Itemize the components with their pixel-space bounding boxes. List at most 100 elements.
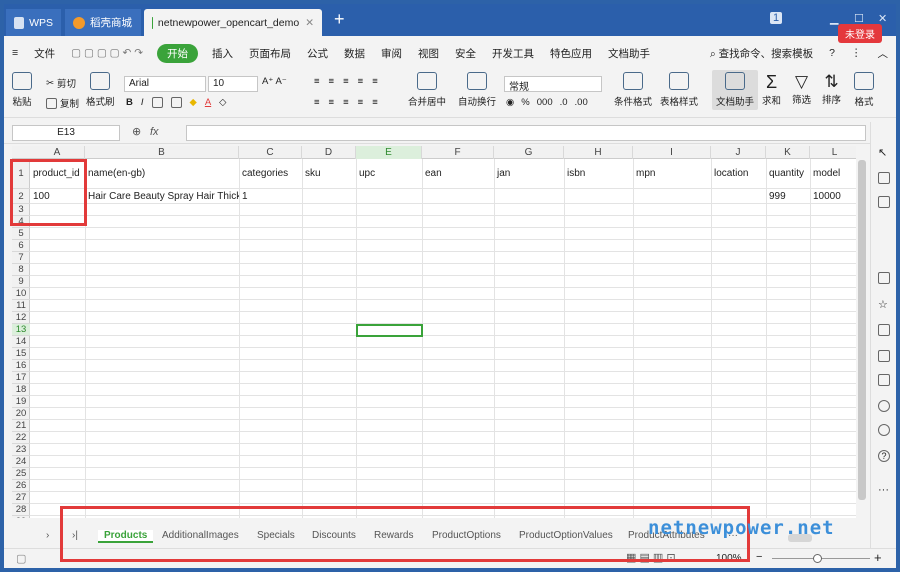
column-header[interactable]: L <box>810 146 856 159</box>
distribute-icon[interactable]: ≡ <box>372 97 378 108</box>
help-circle-icon[interactable]: ? <box>878 450 890 462</box>
row-header[interactable]: 19 <box>12 396 30 408</box>
shapes-icon[interactable] <box>878 172 890 184</box>
menu-view[interactable]: 视图 <box>410 46 447 61</box>
row-header[interactable]: 8 <box>12 264 30 276</box>
wrap-text-button[interactable]: 自动换行 <box>458 72 496 108</box>
pointer-icon[interactable]: ↖ <box>878 146 890 159</box>
clear-icon[interactable]: ◇ <box>219 97 226 108</box>
column-header[interactable]: H <box>564 146 633 159</box>
menu-page-layout[interactable]: 页面布局 <box>241 46 299 61</box>
increase-decimal-icon[interactable]: .0 <box>560 97 568 108</box>
justify-icon[interactable]: ≡ <box>358 97 364 108</box>
copy-button[interactable]: 复制 <box>46 96 79 110</box>
align-bottom-icon[interactable]: ≡ <box>343 76 349 87</box>
image-icon[interactable] <box>878 374 890 386</box>
new-tab-button[interactable]: + <box>326 6 353 33</box>
copy-format-icon[interactable] <box>878 272 890 284</box>
menu-start[interactable]: 开始 <box>157 43 199 63</box>
indent-icon[interactable]: ≡ <box>358 76 364 87</box>
fill-color-icon[interactable]: ◆ <box>190 97 197 108</box>
number-format-select[interactable]: 常规 <box>504 76 602 93</box>
backup-icon[interactable] <box>878 400 890 412</box>
help-icon[interactable]: ? <box>821 47 843 59</box>
row-header[interactable]: 13 <box>12 324 30 336</box>
star-icon[interactable]: ☆ <box>878 298 890 311</box>
format-painter-button[interactable]: 格式刷 <box>86 72 115 108</box>
align-right-icon[interactable]: ≡ <box>343 97 349 108</box>
row-header[interactable]: 15 <box>12 348 30 360</box>
align-middle-icon[interactable]: ≡ <box>329 76 335 87</box>
cell[interactable]: mpn <box>633 168 711 179</box>
menu-security[interactable]: 安全 <box>447 46 484 61</box>
name-box[interactable]: E13 <box>12 125 120 141</box>
outdent-icon[interactable]: ≡ <box>372 76 378 87</box>
cell[interactable]: 1 <box>239 191 302 202</box>
currency-icon[interactable]: ◉ <box>506 97 514 108</box>
command-search[interactable]: ⌕ 查找命令、搜索模板 <box>702 46 821 61</box>
notification-badge[interactable]: 1 <box>770 12 783 24</box>
row-header[interactable]: 23 <box>12 444 30 456</box>
archive-icon[interactable] <box>878 324 890 336</box>
zoom-slider-thumb[interactable] <box>813 554 822 563</box>
cell[interactable]: 999 <box>766 191 810 202</box>
row-header[interactable]: 14 <box>12 336 30 348</box>
row-header[interactable]: 21 <box>12 420 30 432</box>
menu-doc-helper[interactable]: 文档助手 <box>600 46 658 61</box>
cell[interactable]: model <box>810 168 856 179</box>
menu-developer[interactable]: 开发工具 <box>484 46 542 61</box>
row-header[interactable]: 10 <box>12 288 30 300</box>
history-icon[interactable] <box>878 424 890 436</box>
paste-button[interactable]: 粘贴 <box>12 72 32 108</box>
decrease-decimal-icon[interactable]: .00 <box>575 97 588 108</box>
conditional-format-button[interactable]: 条件格式 <box>614 72 652 108</box>
tab-store[interactable]: 稻壳商城 <box>65 9 141 36</box>
font-size-select[interactable]: 10 <box>208 76 258 92</box>
macro-icon[interactable]: ▢ <box>16 552 26 565</box>
cut-button[interactable]: ✂ 剪切 <box>46 76 76 91</box>
sheet-grid[interactable]: ABCDEFGHIJKL 1 2 3 4 5 6 7 8 9 10 11 12 13 14 15 16 17 18… <box>12 146 856 518</box>
sum-button[interactable]: Σ 求和 <box>762 72 781 107</box>
cell[interactable]: jan <box>494 168 564 179</box>
menu-formulas[interactable]: 公式 <box>299 46 336 61</box>
column-header[interactable]: E <box>356 146 422 159</box>
tab-wps[interactable]: WPS <box>6 9 61 36</box>
row-header[interactable]: 20 <box>12 408 30 420</box>
column-header[interactable]: J <box>711 146 766 159</box>
menu-file[interactable]: 文件 <box>26 46 63 61</box>
font-color-icon[interactable]: A <box>205 97 211 108</box>
table-style-button[interactable]: 表格样式 <box>660 72 698 108</box>
column-header[interactable]: B <box>85 146 239 159</box>
column-header[interactable]: D <box>302 146 356 159</box>
menu-insert[interactable]: 插入 <box>204 46 241 61</box>
sort-button[interactable]: ⇅ 排序 <box>822 72 841 106</box>
table-icon[interactable] <box>878 196 890 208</box>
bold-button[interactable]: B <box>126 97 133 108</box>
menu-review[interactable]: 审阅 <box>373 46 410 61</box>
row-header[interactable]: 17 <box>12 372 30 384</box>
font-size-step[interactable]: A⁺ A⁻ <box>262 76 287 87</box>
column-header[interactable]: G <box>494 146 564 159</box>
italic-button[interactable]: I <box>141 97 144 108</box>
merge-center-button[interactable]: 合并居中 <box>408 72 446 108</box>
row-header[interactable]: 29 <box>12 516 30 518</box>
tab-document[interactable]: netnewpower_opencart_demo ✕ <box>144 9 322 36</box>
quick-access-icons[interactable]: ▢ ▢ ▢ ▢ ↶ ↷ <box>63 47 151 59</box>
borders-icon[interactable] <box>151 97 163 108</box>
column-header[interactable]: I <box>633 146 711 159</box>
vertical-scroll-thumb[interactable] <box>858 160 866 500</box>
close-tab-icon[interactable]: ✕ <box>305 17 314 29</box>
more-icon[interactable]: ⋮ <box>843 47 870 59</box>
more-tools-icon[interactable]: ··· <box>878 484 890 496</box>
collapse-ribbon-icon[interactable]: ︿ <box>870 46 897 61</box>
zoom-in-icon[interactable]: + <box>874 550 882 565</box>
filter-button[interactable]: ▽ 筛选 <box>792 72 811 106</box>
cell[interactable]: sku <box>302 168 356 179</box>
cell[interactable]: name(en-gb) <box>85 168 239 179</box>
align-center-icon[interactable]: ≡ <box>329 97 335 108</box>
row-header[interactable]: 25 <box>12 468 30 480</box>
prev-sheet-icon[interactable]: › <box>40 530 55 541</box>
row-header[interactable]: 18 <box>12 384 30 396</box>
format-button[interactable]: 格式 <box>854 72 874 108</box>
column-header[interactable]: C <box>239 146 302 159</box>
